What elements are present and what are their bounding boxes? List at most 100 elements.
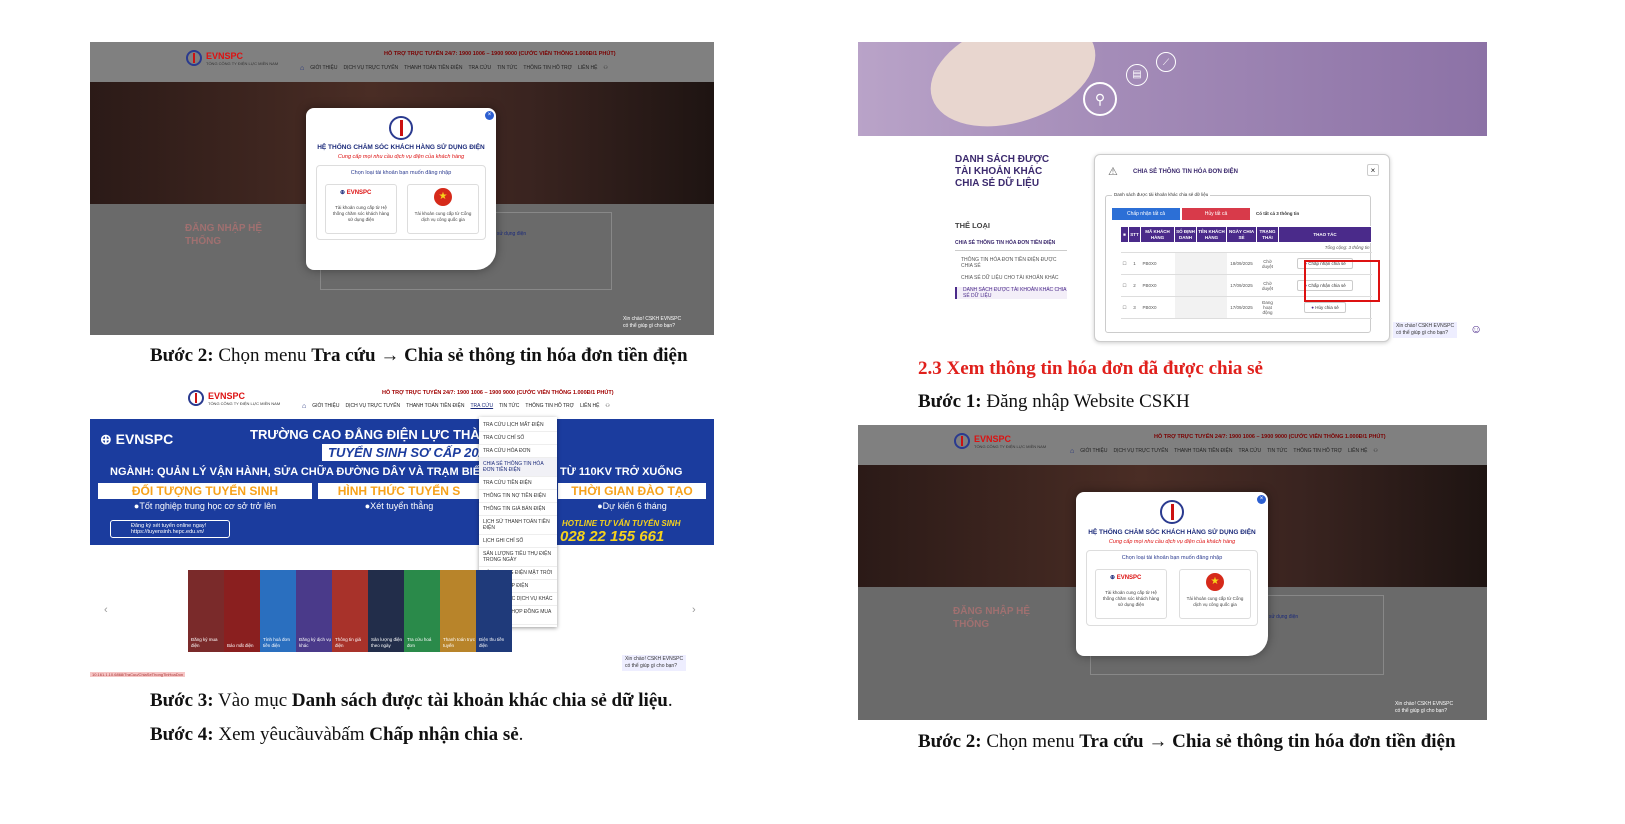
- nav-item[interactable]: DỊCH VỤ TRỰC TUYẾN: [344, 65, 399, 72]
- row-checkbox[interactable]: ☐: [1120, 274, 1129, 297]
- nav-item[interactable]: THANH TOÁN TIỀN ĐIỆN: [406, 403, 464, 410]
- chat-widget[interactable]: Xin chào! CSKH EVNSPC có thể giúp gì cho …: [1395, 701, 1453, 715]
- chat-avatar-icon[interactable]: ☺: [1470, 322, 1482, 336]
- cell-ma: PB0X0: [1140, 296, 1175, 319]
- row-checkbox[interactable]: ☐: [1120, 296, 1129, 319]
- caption-step1: Bước 1: Đăng nhập Website CSKH: [918, 391, 1190, 412]
- site-logo[interactable]: EVNSPC TỔNG CÔNG TY ĐIỆN LỰC MIỀN NAM: [188, 390, 280, 406]
- nav-item[interactable]: THANH TOÁN TIỀN ĐIỆN: [404, 65, 462, 72]
- screenshot-login-1: EVNSPC TỔNG CÔNG TY ĐIỆN LỰC MIỀN NAM HỖ …: [90, 42, 714, 335]
- carousel-next-icon[interactable]: ›: [692, 604, 696, 616]
- menu-item[interactable]: TRA CỨU HÓA ĐƠN: [479, 445, 557, 458]
- chat-widget[interactable]: Xin chào! CSKH EVNSPC có thể giúp gì cho …: [623, 316, 681, 330]
- hand-shape: [916, 42, 1110, 146]
- user-icon[interactable]: ⚇: [1373, 448, 1377, 455]
- home-icon[interactable]: ⌂: [302, 403, 306, 410]
- brand: EVNSPC: [974, 433, 1012, 444]
- sidebar-item[interactable]: THÔNG TIN HÓA ĐƠN TIỀN ĐIỆN ĐƯỢC CHIA SẺ: [955, 257, 1067, 269]
- dialog-close-icon[interactable]: ×: [1367, 164, 1379, 176]
- banner-program: TUYỂN SINH SƠ CẤP 2025: [322, 444, 500, 461]
- menu-item[interactable]: SẢN LƯỢNG TIÊU THỤ ĐIỆN TRONG NGÀY: [479, 548, 557, 567]
- col-header: TÊN KHÁCH HÀNG: [1196, 226, 1228, 243]
- service-tile[interactable]: Đăng ký mua điện: [188, 570, 224, 652]
- nav-item[interactable]: LIÊN HỆ: [1348, 448, 1367, 455]
- menu-item[interactable]: THÔNG TIN NỢ TIỀN ĐIỆN: [479, 490, 557, 503]
- evn-emblem-icon: [1160, 500, 1184, 524]
- nav-item[interactable]: THÔNG TIN HỖ TRỢ: [525, 403, 574, 410]
- carousel-prev-icon[interactable]: ‹: [104, 604, 108, 616]
- nav-item[interactable]: TRA CỨU: [469, 65, 492, 72]
- service-tile[interactable]: Thanh toán trực tuyến: [440, 570, 476, 652]
- nav-item[interactable]: TRA CỨU: [1239, 448, 1262, 455]
- banner-col3-val: ●Dự kiến 6 tháng: [597, 501, 667, 511]
- nav-item[interactable]: DỊCH VỤ TRỰC TUYẾN: [346, 403, 401, 410]
- menu-item[interactable]: THÔNG TIN GIÁ BÁN ĐIỆN: [479, 503, 557, 516]
- service-tile[interactable]: Điện thu tiền điện: [476, 570, 512, 652]
- register-url: https://tuyensinh.hepc.edu.vn/: [131, 529, 205, 535]
- menu-item[interactable]: LỊCH SỬ THANH TOÁN TIỀN ĐIỆN: [479, 516, 557, 535]
- account-card-dvc[interactable]: ★ Tài khoản cung cấp từ Cổng dịch vụ côn…: [1179, 569, 1251, 619]
- chat-widget[interactable]: Xin chào! CSKH EVNSPC có thể giúp gì cho …: [1393, 322, 1458, 338]
- caption-step2-b: Bước 2: Chọn menu Tra cứu → Chia sẻ thôn…: [918, 731, 1456, 752]
- touch-search-icon: ⚲: [1083, 82, 1117, 116]
- col-header: TRẠNG THÁI: [1256, 226, 1280, 243]
- nav-item[interactable]: LIÊN HỆ: [580, 403, 599, 410]
- table-header: ■ STT MÃ KHÁCH HÀNG SỐ ĐỊNH DANH TÊN KHÁ…: [1119, 226, 1372, 243]
- picker-label: Chọn loại tài khoản bạn muốn đăng nhập: [350, 170, 452, 176]
- modal-subtitle: Cung cấp mọi nhu cầu dịch vụ điện của kh…: [337, 154, 465, 160]
- service-tile[interactable]: Đăng ký dịch vụ khác: [296, 570, 332, 652]
- nav-item[interactable]: THÔNG TIN HỖ TRỢ: [1293, 448, 1342, 455]
- nav-item[interactable]: THANH TOÁN TIỀN ĐIỆN: [1174, 448, 1232, 455]
- login-heading-dim: ĐĂNG NHẬP HỆ THỐNG: [953, 606, 1031, 630]
- nav-item[interactable]: DỊCH VỤ TRỰC TUYẾN: [1114, 448, 1169, 455]
- nav-item[interactable]: THÔNG TIN HỖ TRỢ: [523, 65, 572, 72]
- row-checkbox[interactable]: ☐: [1120, 252, 1129, 275]
- nav-item[interactable]: TIN TỨC: [1267, 448, 1287, 455]
- category-group[interactable]: CHIA SẺ THÔNG TIN HÓA ĐƠN TIỀN ĐIỆN: [955, 240, 1067, 251]
- accept-all-button[interactable]: Chấp nhận tất cả: [1112, 208, 1180, 220]
- cell-ngay: 18/09/2025: [1226, 252, 1257, 275]
- nav-item[interactable]: GIỚI THIỆU: [1080, 448, 1107, 455]
- col-header: NGÀY CHIA SẺ: [1226, 226, 1258, 243]
- service-tile[interactable]: Sản lượng điện theo ngày: [368, 570, 404, 652]
- menu-item[interactable]: TRA CỨU LỊCH MẤT ĐIỆN: [479, 419, 557, 432]
- banner-col1-val: ●Tốt nghiệp trung học cơ sở trở lên: [133, 501, 277, 511]
- status-url: 10.161.1.10.6868/TraCuu/ChiaSeThongTinHo…: [90, 672, 186, 677]
- cell-stt: 3: [1128, 296, 1141, 319]
- home-icon[interactable]: ⌂: [1070, 448, 1074, 455]
- nav-item[interactable]: GIỚI THIỆU: [312, 403, 339, 410]
- nav-item[interactable]: GIỚI THIỆU: [310, 65, 337, 72]
- close-icon[interactable]: ×: [485, 111, 494, 120]
- user-icon[interactable]: ⚇: [605, 403, 609, 410]
- service-tile[interactable]: Tính hoá đơn tiền điện: [260, 570, 296, 652]
- service-tile[interactable]: Thông tin giá điện: [332, 570, 368, 652]
- account-card-dvc[interactable]: ★ Tài khoản cung cấp từ Cổng dịch vụ côn…: [407, 184, 479, 234]
- menu-item-share-invoice[interactable]: CHIA SẺ THÔNG TIN HÓA ĐƠN TIỀN ĐIỆN: [479, 458, 557, 477]
- col-checkbox[interactable]: ■: [1119, 226, 1130, 243]
- sidebar-item[interactable]: CHIA SẺ DỮ LIỆU CHO TÀI KHOẢN KHÁC: [955, 275, 1067, 281]
- sidebar-item-active[interactable]: DANH SÁCH ĐƯỢC TÀI KHOẢN KHÁC CHIA SẺ DỮ…: [955, 287, 1067, 299]
- count-note: Có tất cả 3 thông tin: [1256, 211, 1300, 216]
- nav-item-tra-cuu[interactable]: TRA CỨU: [471, 403, 494, 410]
- site-logo[interactable]: EVNSPC TỔNG CÔNG TY ĐIỆN LỰC MIỀN NAM: [186, 50, 278, 66]
- nav-item[interactable]: TIN TỨC: [499, 403, 519, 410]
- chat-widget[interactable]: Xin chào! CSKH EVNSPC có thể giúp gì cho …: [622, 655, 687, 671]
- user-icon[interactable]: ⚇: [603, 65, 607, 72]
- account-card-cskh[interactable]: ⊕ EVNSPC Tài khoản cung cấp từ Hệ thống …: [325, 184, 397, 234]
- menu-item[interactable]: TRA CỨU CHỈ SỐ: [479, 432, 557, 445]
- cell-stt: 2: [1128, 274, 1141, 297]
- site-logo[interactable]: EVNSPC TỔNG CÔNG TY ĐIỆN LỰC MIỀN NAM: [954, 433, 1046, 449]
- service-tile[interactable]: Tra cứu hoá đơn: [404, 570, 440, 652]
- service-tile[interactable]: Báo mất điện: [224, 570, 260, 652]
- close-icon[interactable]: ×: [1257, 495, 1266, 504]
- evn-logo-icon: [954, 433, 970, 449]
- account-card-cskh[interactable]: ⊕ EVNSPC Tài khoản cung cấp từ Hệ thống …: [1095, 569, 1167, 619]
- admission-banner[interactable]: ⊕ EVNSPC TRƯỜNG CAO ĐẲNG ĐIỆN LỰC THÀNH …: [90, 419, 714, 545]
- menu-item[interactable]: LỊCH GHI CHỈ SỐ: [479, 535, 557, 548]
- nav-item[interactable]: LIÊN HỆ: [578, 65, 597, 72]
- cancel-share-button[interactable]: ● Hủy chia sẻ: [1304, 302, 1346, 313]
- menu-item[interactable]: TRA CỨU TIỀN ĐIỆN: [479, 477, 557, 490]
- home-icon[interactable]: ⌂: [300, 65, 304, 72]
- cancel-all-button[interactable]: Hủy tất cả: [1182, 208, 1250, 220]
- nav-item[interactable]: TIN TỨC: [497, 65, 517, 72]
